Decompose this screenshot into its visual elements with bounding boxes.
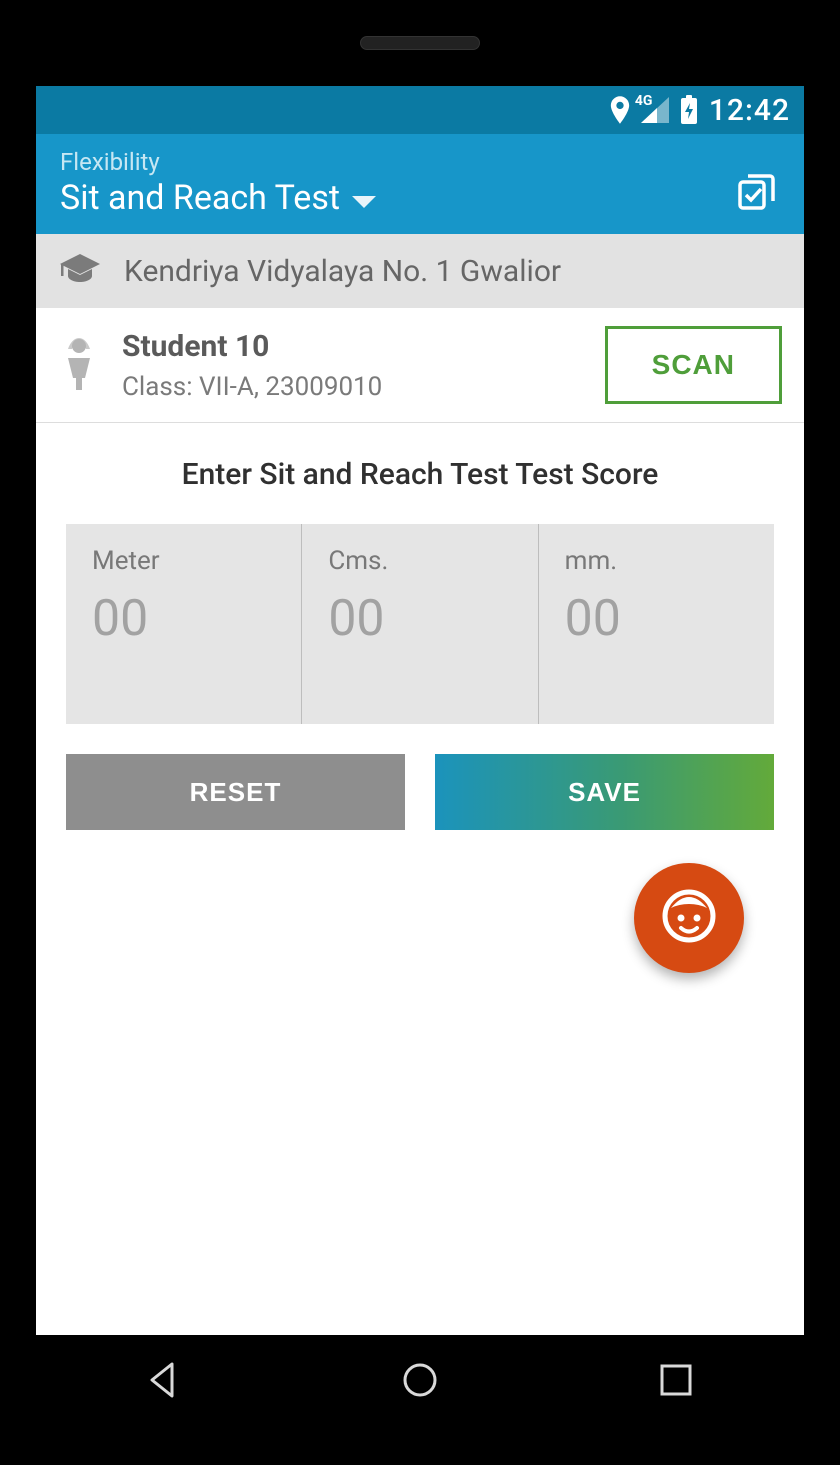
device-speaker bbox=[360, 36, 480, 50]
school-name: Kendriya Vidyalaya No. 1 Gwalior bbox=[124, 254, 561, 289]
appbar-title-dropdown[interactable]: Sit and Reach Test bbox=[60, 178, 376, 218]
input-cell-mm: mm. bbox=[539, 524, 774, 724]
nav-home-button[interactable] bbox=[390, 1350, 450, 1410]
student-girl-icon bbox=[58, 336, 100, 394]
input-label: mm. bbox=[565, 546, 748, 576]
status-bar: 4G 12:42 bbox=[36, 86, 804, 134]
appbar-action-button[interactable] bbox=[734, 168, 780, 218]
school-bar: Kendriya Vidyalaya No. 1 Gwalior bbox=[36, 234, 804, 308]
student-meta: Class: VII-A, 23009010 bbox=[122, 372, 583, 402]
battery-charging-icon bbox=[679, 95, 699, 125]
network-icon: 4G bbox=[641, 97, 669, 123]
form-prompt: Enter Sit and Reach Test Test Score bbox=[66, 457, 774, 492]
android-nav-bar bbox=[36, 1335, 804, 1425]
input-label: Meter bbox=[92, 546, 275, 576]
save-button[interactable]: SAVE bbox=[435, 754, 774, 830]
reset-button[interactable]: RESET bbox=[66, 754, 405, 830]
student-name: Student 10 bbox=[122, 329, 583, 364]
app-bar: Flexibility Sit and Reach Test bbox=[36, 134, 804, 234]
form-area: Enter Sit and Reach Test Test Score Mete… bbox=[36, 423, 804, 1335]
input-cell-meter: Meter bbox=[66, 524, 302, 724]
screen: 4G 12:42 Flexibility Sit and Reach Test bbox=[36, 86, 804, 1335]
nav-recents-button[interactable] bbox=[646, 1350, 706, 1410]
meter-input[interactable] bbox=[92, 590, 275, 648]
input-label: Cms. bbox=[328, 546, 511, 576]
appbar-subtitle: Flexibility bbox=[60, 148, 376, 176]
status-time: 12:42 bbox=[709, 93, 790, 128]
mm-input[interactable] bbox=[565, 590, 748, 648]
student-row: Student 10 Class: VII-A, 23009010 SCAN bbox=[36, 308, 804, 423]
nav-back-button[interactable] bbox=[134, 1350, 194, 1410]
fab-student-button[interactable] bbox=[634, 863, 744, 973]
child-face-icon bbox=[657, 884, 721, 952]
chevron-down-icon bbox=[352, 196, 376, 208]
appbar-title: Sit and Reach Test bbox=[60, 178, 340, 218]
cms-input[interactable] bbox=[328, 590, 511, 648]
input-cell-cms: Cms. bbox=[302, 524, 538, 724]
device-frame: 4G 12:42 Flexibility Sit and Reach Test bbox=[0, 0, 840, 1465]
location-icon bbox=[609, 96, 631, 124]
scan-button[interactable]: SCAN bbox=[605, 326, 782, 404]
graduation-cap-icon bbox=[58, 252, 102, 290]
button-row: RESET SAVE bbox=[66, 754, 774, 830]
score-input-grid: Meter Cms. mm. bbox=[66, 524, 774, 724]
